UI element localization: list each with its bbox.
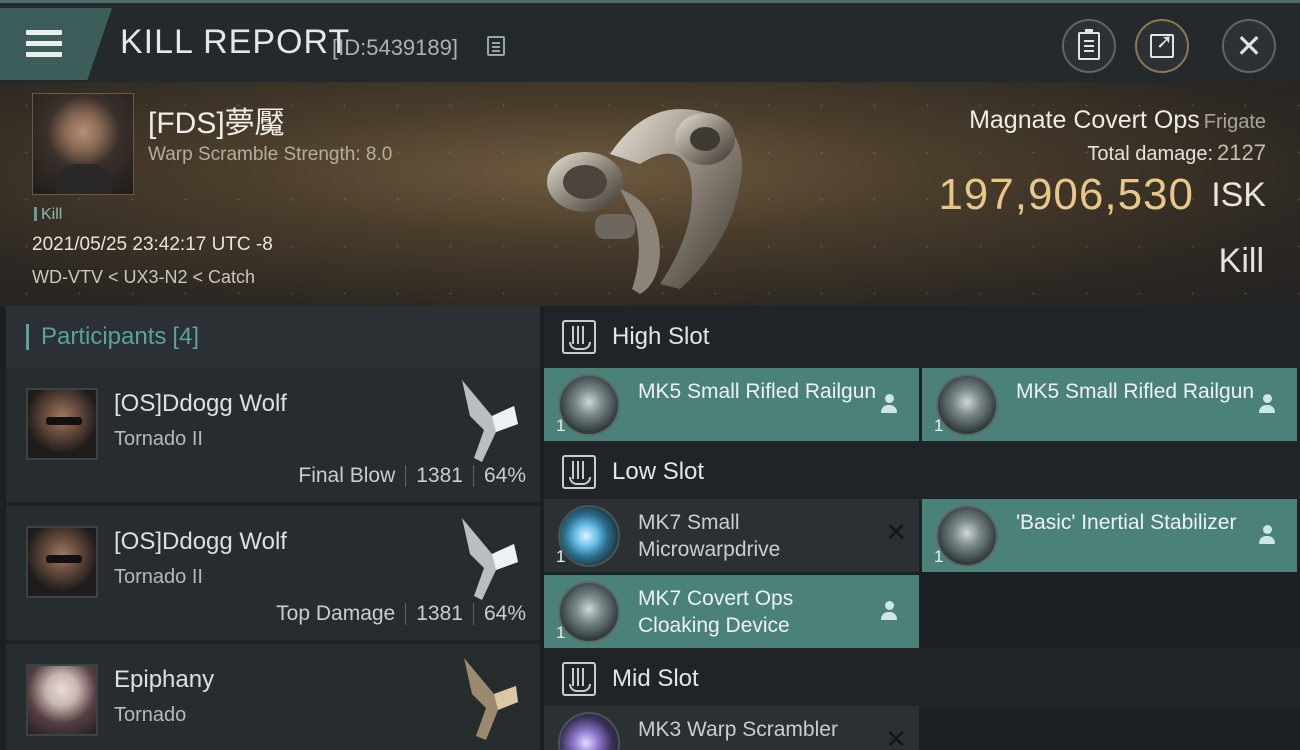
microwarpdrive-icon <box>558 505 620 567</box>
railgun-icon <box>936 374 998 436</box>
clipboard-button[interactable] <box>1062 19 1116 73</box>
participants-count: [4] <box>172 323 200 350</box>
isk-value: 197,906,530 <box>938 170 1194 219</box>
participant-percent: 64% <box>483 464 526 487</box>
module-item[interactable]: 1 MK7 Covert Ops Cloaking Device <box>544 575 919 648</box>
mid-slot-header: Mid Slot <box>544 648 1300 710</box>
module-item[interactable]: 1 'Basic' Inertial Stabilizer <box>922 499 1297 572</box>
module-quantity: 1 <box>556 623 566 642</box>
total-damage-label: Total damage: <box>1087 143 1214 165</box>
close-icon: ✕ <box>885 517 907 547</box>
participants-header: Participants [4] <box>6 306 540 368</box>
person-icon <box>1259 394 1275 414</box>
low-slot-header: Low Slot <box>544 441 1300 503</box>
module-name: 'Basic' Inertial Stabilizer <box>1016 511 1237 534</box>
participant-ship: Tornado <box>114 704 187 726</box>
kill-tag: Kill <box>34 206 62 224</box>
participant-card[interactable]: Epiphany Tornado <box>6 644 540 750</box>
avatar[interactable] <box>26 664 98 736</box>
participant-role: Top Damage <box>276 602 396 625</box>
kill-location[interactable]: WD-VTV < UX3-N2 < Catch <box>32 267 255 288</box>
person-icon <box>881 601 897 621</box>
module-quantity: 1 <box>556 416 566 435</box>
module-name: MK7 Small Microwarpdrive <box>638 511 781 561</box>
participant-damage: 1381 <box>416 602 463 625</box>
participant-stats: Final Blow 1381 64% <box>298 464 526 488</box>
slot-title: High Slot <box>612 323 710 350</box>
victim-ship-image[interactable] <box>540 94 760 299</box>
participants-panel: Participants [4] [OS]Ddogg Wolf Tornado I… <box>6 306 540 750</box>
report-id: [ID:5439189] <box>332 35 458 60</box>
module-item[interactable]: 1 MK5 Small Rifled Railgun <box>544 368 919 441</box>
module-name: MK3 Warp Scrambler <box>638 718 838 741</box>
module-name: MK5 Small Rifled Railgun <box>1016 380 1255 403</box>
participant-ship: Tornado II <box>114 566 203 588</box>
close-button[interactable]: ✕ <box>1222 19 1276 73</box>
victim-detail: Warp Scramble Strength: 8.0 <box>148 144 393 165</box>
slot-title: Mid Slot <box>612 665 699 692</box>
warp-scrambler-icon <box>558 712 620 750</box>
participant-stats: Top Damage 1381 64% <box>276 602 526 626</box>
ship-name[interactable]: Magnate Covert Ops Frigate <box>969 106 1266 135</box>
ship-class: Frigate <box>1203 111 1266 133</box>
ship-name-text: Magnate Covert Ops <box>969 106 1200 134</box>
person-icon <box>1259 525 1275 545</box>
person-icon <box>881 394 897 414</box>
participant-damage: 1381 <box>416 464 463 487</box>
victim-portrait[interactable] <box>32 93 134 195</box>
fitting-panel: High Slot 1 MK5 Small Rifled Railgun 1 M… <box>544 306 1300 750</box>
mid-slot-icon <box>562 662 596 696</box>
total-damage-value: 2127 <box>1217 140 1266 165</box>
module-quantity: 1 <box>934 416 944 435</box>
railgun-icon <box>558 374 620 436</box>
low-slot-icon <box>562 455 596 489</box>
module-item[interactable]: 1 MK3 Warp Scrambler ✕ <box>544 706 919 750</box>
header-bar: KILL REPORT [ID:5439189] ✕ <box>0 0 1300 82</box>
total-damage: Total damage: 2127 <box>1087 140 1266 166</box>
module-quantity: 1 <box>934 547 944 566</box>
close-icon: ✕ <box>885 724 907 750</box>
avatar[interactable] <box>26 388 98 460</box>
copy-icon[interactable] <box>487 36 505 56</box>
inertial-stabilizer-icon <box>936 505 998 567</box>
participant-card[interactable]: [OS]Ddogg Wolf Tornado II Final Blow 1381… <box>6 368 540 502</box>
module-item[interactable]: 1 MK7 Small Microwarpdrive ✕ <box>544 499 919 572</box>
result-label: Kill <box>1218 242 1264 280</box>
participant-role: Final Blow <box>298 464 396 487</box>
module-quantity: 1 <box>556 547 566 566</box>
participant-percent: 64% <box>483 602 526 625</box>
high-slot-header: High Slot <box>544 306 1300 368</box>
menu-button[interactable] <box>0 8 112 80</box>
share-icon <box>1150 29 1174 58</box>
slot-title: Low Slot <box>612 458 705 485</box>
module-name: MK7 Covert Ops Cloaking Device <box>638 587 794 637</box>
participant-ship-image <box>464 658 518 740</box>
page-title: KILL REPORT <box>120 23 351 61</box>
kill-datetime: 2021/05/25 23:42:17 UTC -8 <box>32 234 273 255</box>
participant-ship: Tornado II <box>114 428 203 450</box>
participant-ship-image <box>462 518 518 600</box>
participant-card[interactable]: [OS]Ddogg Wolf Tornado II Top Damage 1381… <box>6 506 540 640</box>
high-slot-icon <box>562 320 596 354</box>
kill-summary: [FDS]夢魘 Warp Scramble Strength: 8.0 Kill… <box>0 82 1300 306</box>
participant-name: Epiphany <box>114 666 215 693</box>
avatar[interactable] <box>26 526 98 598</box>
participant-ship-image <box>462 380 518 462</box>
participant-name: [OS]Ddogg Wolf <box>114 390 287 417</box>
share-button[interactable] <box>1135 19 1189 73</box>
participant-name: [OS]Ddogg Wolf <box>114 528 287 555</box>
isk-unit: ISK <box>1211 176 1266 214</box>
module-name: MK5 Small Rifled Railgun <box>638 380 877 403</box>
hamburger-icon <box>26 30 62 58</box>
close-icon: ✕ <box>1235 28 1263 64</box>
cloaking-device-icon <box>558 581 620 643</box>
victim-name[interactable]: [FDS]夢魘 <box>148 98 285 142</box>
participants-label: Participants <box>41 323 167 350</box>
module-item[interactable]: 1 MK5 Small Rifled Railgun <box>922 368 1297 441</box>
clipboard-icon <box>1078 29 1100 60</box>
